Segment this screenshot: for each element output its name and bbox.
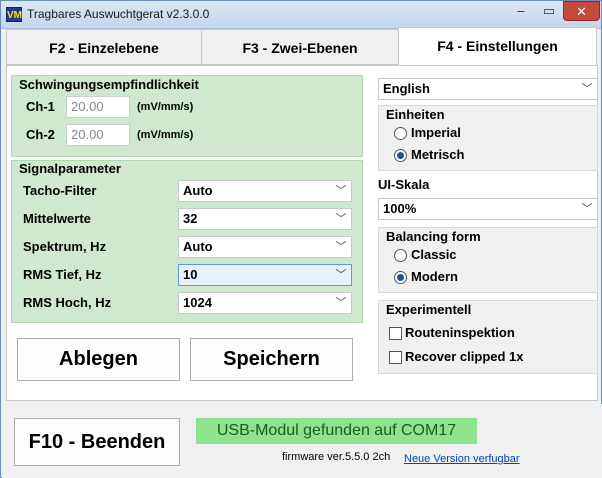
spectrum-label: Spektrum, Hz [23, 239, 107, 254]
modern-radio[interactable] [394, 271, 407, 284]
app-window: VM Tragbares Auswuchtgerat v2.3.0.0 – ▭ … [0, 0, 602, 478]
imperial-label[interactable]: Imperial [411, 125, 461, 140]
modern-label[interactable]: Modern [411, 269, 458, 284]
language-value: English [383, 81, 430, 96]
spectrum-value: Auto [183, 239, 213, 254]
ui-scale-select[interactable]: 100% ﹀ [378, 198, 598, 220]
ui-scale-title: UI-Skala [378, 177, 430, 192]
chevron-down-icon: ﹀ [335, 185, 347, 197]
ch1-label: Ch-1 [26, 99, 55, 114]
tab-single-plane[interactable]: F2 - Einzelebene [6, 29, 202, 65]
units-title: Einheiten [386, 107, 445, 122]
tacho-filter-select[interactable]: Auto ﹀ [178, 180, 352, 202]
classic-radio[interactable] [394, 249, 407, 262]
tacho-filter-value: Auto [183, 183, 213, 198]
rms-high-label: RMS Hoch, Hz [23, 295, 112, 310]
update-available-link[interactable]: Neue Version verfugbar [404, 453, 520, 465]
app-logo-icon: VM [6, 7, 22, 22]
ch2-label: Ch-2 [26, 127, 55, 142]
averages-value: 32 [183, 211, 198, 226]
usb-status-label: USB-Modul gefunden auf COM17 [196, 418, 477, 444]
averages-select[interactable]: 32 ﹀ [178, 208, 352, 230]
firmware-version: firmware ver.5.5.0 2ch [282, 451, 391, 463]
chevron-down-icon: ﹀ [335, 269, 347, 281]
exit-button[interactable]: F10 - Beenden [14, 418, 180, 466]
route-inspection-checkbox[interactable] [389, 327, 402, 340]
route-inspection-label[interactable]: Routeninspektion [405, 325, 515, 340]
minimize-button[interactable]: – [507, 1, 535, 21]
tab-two-plane[interactable]: F3 - Zwei-Ebenen [201, 29, 399, 65]
signal-title: Signalparameter [19, 161, 121, 176]
maximize-button[interactable]: ▭ [535, 1, 563, 21]
ch1-sensitivity-input[interactable]: 20.00 [66, 96, 130, 118]
save-button[interactable]: Speichern [190, 338, 353, 381]
classic-label[interactable]: Classic [411, 247, 457, 262]
rms-low-value: 10 [183, 267, 198, 282]
recover-clipped-checkbox[interactable] [389, 351, 402, 364]
rms-low-select[interactable]: 10 ﹀ [178, 264, 352, 286]
rms-low-label: RMS Tief, Hz [23, 267, 102, 282]
chevron-down-icon: ﹀ [581, 203, 593, 215]
discard-button[interactable]: Ablegen [17, 338, 180, 381]
ui-scale-value: 100% [383, 201, 417, 216]
ch2-sensitivity-input[interactable]: 20.00 [66, 124, 130, 146]
rms-high-select[interactable]: 1024 ﹀ [178, 292, 352, 314]
experimental-title: Experimentell [386, 302, 472, 317]
sensitivity-title: Schwingungsempfindlichkeit [19, 77, 199, 92]
chevron-down-icon: ﹀ [581, 83, 593, 95]
ch1-unit-label: (mV/mm/s) [137, 101, 194, 113]
chevron-down-icon: ﹀ [335, 213, 347, 225]
imperial-radio[interactable] [394, 127, 407, 140]
ch2-unit-label: (mV/mm/s) [137, 129, 194, 141]
metric-label[interactable]: Metrisch [411, 147, 464, 162]
metric-radio[interactable] [394, 149, 407, 162]
rms-high-value: 1024 [183, 295, 212, 310]
close-button[interactable]: ✕ [563, 1, 600, 21]
tab-settings[interactable]: F4 - Einstellungen [398, 27, 597, 66]
spectrum-select[interactable]: Auto ﹀ [178, 236, 352, 258]
balancing-form-title: Balancing form [386, 229, 481, 244]
tacho-filter-label: Tacho-Filter [23, 183, 97, 198]
language-select[interactable]: English ﹀ [378, 78, 598, 100]
chevron-down-icon: ﹀ [335, 297, 347, 309]
recover-clipped-label[interactable]: Recover clipped 1x [405, 349, 524, 364]
title-bar[interactable]: VM Tragbares Auswuchtgerat v2.3.0.0 – ▭ … [1, 1, 601, 29]
window-title: Tragbares Auswuchtgerat v2.3.0.0 [27, 7, 210, 21]
chevron-down-icon: ﹀ [335, 241, 347, 253]
averages-label: Mittelwerte [23, 211, 91, 226]
